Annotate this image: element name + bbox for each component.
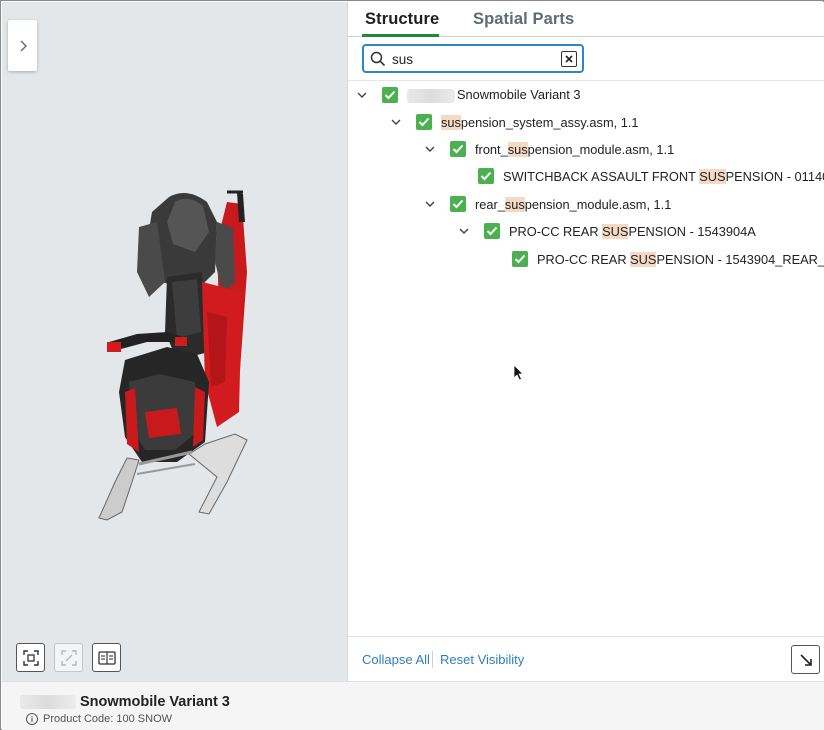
divider — [348, 80, 824, 81]
clear-icon — [565, 55, 573, 63]
mouse-cursor-icon — [513, 364, 524, 381]
fit-selection-button[interactable] — [54, 643, 83, 672]
fullscreen-icon — [799, 653, 812, 666]
active-tab-indicator — [362, 34, 439, 37]
structure-panel: Structure Spatial Parts sus Snowmobile V… — [347, 2, 824, 681]
product-code: i Product Code: 100 SNOW — [26, 713, 172, 725]
tab-structure[interactable]: Structure — [365, 10, 439, 29]
search-match-highlight: SUS — [602, 223, 629, 239]
search-match-highlight: sus — [507, 141, 528, 157]
chevron-down-icon[interactable] — [390, 116, 402, 128]
chevron-right-icon — [20, 40, 27, 51]
parts-list-button[interactable] — [92, 643, 121, 672]
tree-node-label: suspension_system_assy.asm, 1.1 — [441, 114, 639, 130]
product-title: Snowmobile Variant 3 — [20, 694, 230, 710]
product-code-text: Product Code: 100 SNOW — [43, 713, 173, 725]
label-text: PENSION - 1543904_REAR_ — [656, 251, 824, 267]
tree-node[interactable]: PRO-CC REAR SUSPENSION - 1543904A — [458, 220, 756, 242]
clear-search-button[interactable] — [561, 51, 577, 67]
visibility-checkbox[interactable] — [512, 251, 528, 267]
tree-node-label: SWITCHBACK ASSAULT FRONT SUSPENSION - 01… — [503, 168, 824, 184]
label-text: PRO-CC REAR — [537, 251, 631, 267]
label-text: SWITCHBACK ASSAULT FRONT — [503, 168, 700, 184]
label-text: PENSION - 1543904A — [628, 223, 756, 239]
tree-node-label: rear_suspension_module.asm, 1.1 — [475, 196, 672, 212]
visibility-checkbox[interactable] — [382, 87, 398, 103]
app-frame: Structure Spatial Parts sus Snowmobile V… — [0, 0, 824, 730]
redacted-text — [407, 88, 455, 103]
chevron-down-icon[interactable] — [458, 225, 470, 237]
chevron-down-icon[interactable] — [356, 89, 368, 101]
search-input[interactable]: sus — [392, 52, 413, 67]
label-text: front_ — [475, 141, 508, 157]
tree-node-label: PRO-CC REAR SUSPENSION - 1543904_REAR_SU… — [537, 251, 824, 267]
tree-node-label: front_suspension_module.asm, 1.1 — [475, 141, 675, 157]
collapse-all-link[interactable]: Collapse All — [362, 652, 430, 667]
parts-list-icon — [97, 650, 116, 665]
reset-visibility-link[interactable]: Reset Visibility — [440, 652, 524, 667]
fullscreen-button[interactable] — [791, 645, 820, 674]
snowmobile-model[interactable] — [77, 182, 277, 527]
tree-node[interactable]: Snowmobile Variant 3 — [356, 84, 581, 106]
label-text: pension_module.asm, 1.1 — [524, 196, 672, 212]
tree-node[interactable]: suspension_system_assy.asm, 1.1 — [390, 111, 639, 133]
fit-selection-icon — [60, 649, 77, 666]
label-text: rear_ — [475, 196, 505, 212]
search-match-highlight: sus — [441, 114, 461, 130]
expand-panel-button[interactable] — [8, 20, 37, 71]
search-match-highlight: SUS — [699, 168, 726, 184]
label-text: pension_module.asm, 1.1 — [527, 141, 675, 157]
product-bar: Snowmobile Variant 3 i Product Code: 100… — [2, 681, 824, 730]
tree-node[interactable]: rear_suspension_module.asm, 1.1 — [424, 193, 671, 215]
model-viewer[interactable] — [2, 2, 347, 681]
tree-node-label: Snowmobile Variant 3 — [407, 87, 581, 103]
tree-node[interactable]: PRO-CC REAR SUSPENSION - 1543904_REAR_SU… — [512, 248, 824, 270]
fit-all-icon — [22, 649, 39, 666]
product-name: Snowmobile Variant 3 — [80, 694, 230, 710]
label-text: PRO-CC REAR — [509, 223, 603, 239]
visibility-checkbox[interactable] — [450, 196, 466, 212]
redacted-text — [20, 695, 76, 709]
tree-node-label: PRO-CC REAR SUSPENSION - 1543904A — [509, 223, 756, 239]
visibility-checkbox[interactable] — [478, 168, 494, 184]
tree-node[interactable]: front_suspension_module.asm, 1.1 — [424, 138, 674, 160]
divider — [348, 636, 824, 637]
visibility-checkbox[interactable] — [416, 114, 432, 130]
label-text: Snowmobile Variant 3 — [457, 87, 581, 103]
label-text: PENSION - 0114023 — [725, 168, 824, 184]
tree-node[interactable]: SWITCHBACK ASSAULT FRONT SUSPENSION - 01… — [478, 165, 824, 187]
divider — [432, 651, 433, 668]
label-text: pension_system_assy.asm, 1.1 — [460, 114, 639, 130]
visibility-checkbox[interactable] — [484, 223, 500, 239]
search-match-highlight: SUS — [630, 251, 657, 267]
visibility-checkbox[interactable] — [450, 141, 466, 157]
info-icon: i — [26, 713, 38, 725]
search-icon — [370, 51, 386, 67]
search-match-highlight: sus — [504, 196, 525, 212]
tab-bar: Structure Spatial Parts — [348, 2, 824, 37]
chevron-down-icon[interactable] — [424, 198, 436, 210]
tab-spatial-parts[interactable]: Spatial Parts — [473, 10, 574, 29]
fit-all-button[interactable] — [16, 643, 45, 672]
chevron-down-icon[interactable] — [424, 143, 436, 155]
search-field[interactable]: sus — [362, 44, 584, 73]
